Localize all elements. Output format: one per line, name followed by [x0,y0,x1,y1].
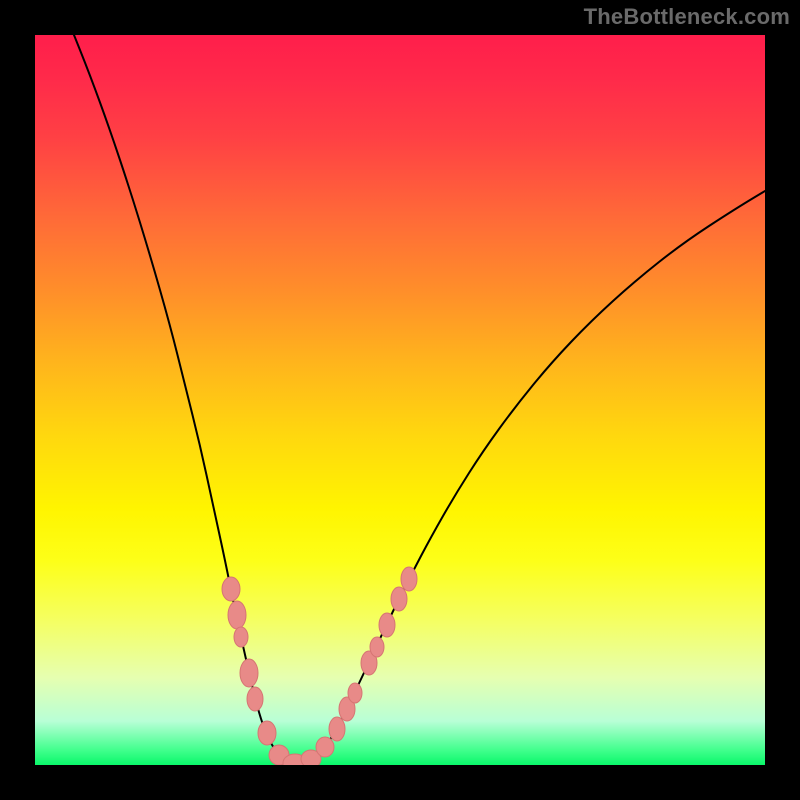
chart-frame: TheBottleneck.com [0,0,800,800]
data-marker [401,567,417,591]
data-marker [316,737,334,757]
data-marker [234,627,248,647]
plot-area [35,35,765,765]
data-marker [222,577,240,601]
watermark-text: TheBottleneck.com [584,4,790,30]
data-marker [228,601,246,629]
data-marker [348,683,362,703]
data-markers [222,567,417,765]
data-marker [240,659,258,687]
data-marker [391,587,407,611]
data-marker [329,717,345,741]
data-marker [379,613,395,637]
data-marker [258,721,276,745]
bottleneck-curve [70,35,765,765]
chart-svg [35,35,765,765]
data-marker [247,687,263,711]
data-marker [370,637,384,657]
